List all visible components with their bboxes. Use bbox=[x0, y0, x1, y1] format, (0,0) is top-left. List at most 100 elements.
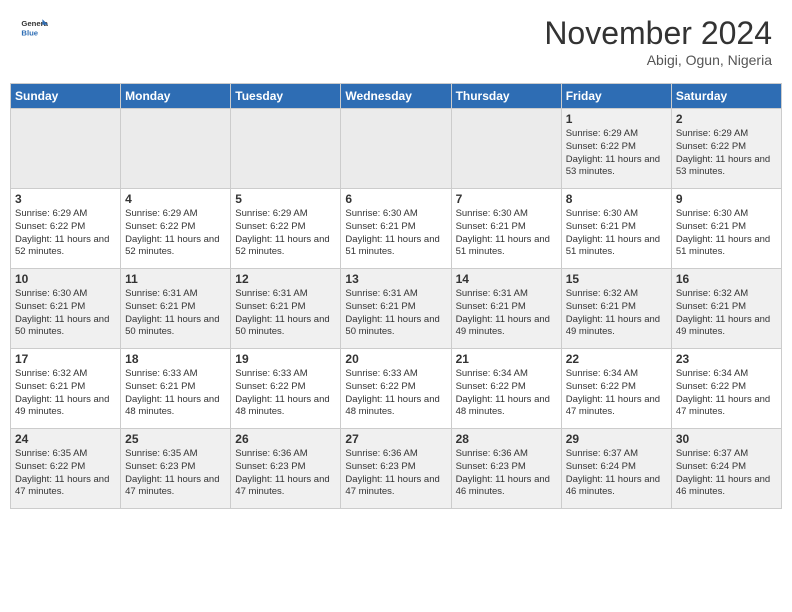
weekday-header: Saturday bbox=[671, 84, 781, 109]
calendar-cell: 20 Sunrise: 6:33 AMSunset: 6:22 PMDaylig… bbox=[341, 349, 451, 429]
day-info: Sunrise: 6:31 AMSunset: 6:21 PMDaylight:… bbox=[345, 288, 446, 339]
day-number: 27 bbox=[345, 432, 446, 446]
weekday-header: Tuesday bbox=[231, 84, 341, 109]
month-title: November 2024 bbox=[544, 15, 772, 52]
day-info: Sunrise: 6:37 AMSunset: 6:24 PMDaylight:… bbox=[566, 448, 667, 499]
day-info: Sunrise: 6:36 AMSunset: 6:23 PMDaylight:… bbox=[235, 448, 336, 499]
title-area: November 2024 Abigi, Ogun, Nigeria bbox=[544, 15, 772, 68]
day-number: 9 bbox=[676, 192, 777, 206]
day-info: Sunrise: 6:30 AMSunset: 6:21 PMDaylight:… bbox=[676, 208, 777, 259]
calendar-cell: 28 Sunrise: 6:36 AMSunset: 6:23 PMDaylig… bbox=[451, 429, 561, 509]
calendar-cell: 11 Sunrise: 6:31 AMSunset: 6:21 PMDaylig… bbox=[121, 269, 231, 349]
day-number: 4 bbox=[125, 192, 226, 206]
calendar-cell: 12 Sunrise: 6:31 AMSunset: 6:21 PMDaylig… bbox=[231, 269, 341, 349]
calendar-cell: 6 Sunrise: 6:30 AMSunset: 6:21 PMDayligh… bbox=[341, 189, 451, 269]
calendar-cell bbox=[451, 109, 561, 189]
calendar-cell: 2 Sunrise: 6:29 AMSunset: 6:22 PMDayligh… bbox=[671, 109, 781, 189]
calendar-week-row: 17 Sunrise: 6:32 AMSunset: 6:21 PMDaylig… bbox=[11, 349, 782, 429]
day-info: Sunrise: 6:30 AMSunset: 6:21 PMDaylight:… bbox=[456, 208, 557, 259]
calendar-cell: 26 Sunrise: 6:36 AMSunset: 6:23 PMDaylig… bbox=[231, 429, 341, 509]
day-info: Sunrise: 6:37 AMSunset: 6:24 PMDaylight:… bbox=[676, 448, 777, 499]
day-number: 17 bbox=[15, 352, 116, 366]
day-info: Sunrise: 6:30 AMSunset: 6:21 PMDaylight:… bbox=[566, 208, 667, 259]
day-number: 16 bbox=[676, 272, 777, 286]
weekday-header: Thursday bbox=[451, 84, 561, 109]
logo-icon: General Blue bbox=[20, 15, 48, 43]
calendar-cell: 8 Sunrise: 6:30 AMSunset: 6:21 PMDayligh… bbox=[561, 189, 671, 269]
day-info: Sunrise: 6:36 AMSunset: 6:23 PMDaylight:… bbox=[345, 448, 446, 499]
day-info: Sunrise: 6:35 AMSunset: 6:23 PMDaylight:… bbox=[125, 448, 226, 499]
location: Abigi, Ogun, Nigeria bbox=[544, 52, 772, 68]
day-number: 2 bbox=[676, 112, 777, 126]
day-number: 18 bbox=[125, 352, 226, 366]
day-number: 10 bbox=[15, 272, 116, 286]
day-info: Sunrise: 6:34 AMSunset: 6:22 PMDaylight:… bbox=[456, 368, 557, 419]
day-number: 23 bbox=[676, 352, 777, 366]
day-number: 21 bbox=[456, 352, 557, 366]
calendar-cell bbox=[231, 109, 341, 189]
svg-text:Blue: Blue bbox=[21, 28, 38, 37]
day-number: 1 bbox=[566, 112, 667, 126]
calendar-cell: 3 Sunrise: 6:29 AMSunset: 6:22 PMDayligh… bbox=[11, 189, 121, 269]
day-number: 29 bbox=[566, 432, 667, 446]
calendar-week-row: 24 Sunrise: 6:35 AMSunset: 6:22 PMDaylig… bbox=[11, 429, 782, 509]
day-info: Sunrise: 6:29 AMSunset: 6:22 PMDaylight:… bbox=[235, 208, 336, 259]
day-info: Sunrise: 6:33 AMSunset: 6:22 PMDaylight:… bbox=[345, 368, 446, 419]
weekday-header: Wednesday bbox=[341, 84, 451, 109]
day-number: 5 bbox=[235, 192, 336, 206]
day-number: 8 bbox=[566, 192, 667, 206]
calendar-cell bbox=[341, 109, 451, 189]
calendar-cell bbox=[11, 109, 121, 189]
day-number: 30 bbox=[676, 432, 777, 446]
calendar-cell: 23 Sunrise: 6:34 AMSunset: 6:22 PMDaylig… bbox=[671, 349, 781, 429]
day-info: Sunrise: 6:29 AMSunset: 6:22 PMDaylight:… bbox=[125, 208, 226, 259]
day-info: Sunrise: 6:32 AMSunset: 6:21 PMDaylight:… bbox=[676, 288, 777, 339]
calendar-cell: 9 Sunrise: 6:30 AMSunset: 6:21 PMDayligh… bbox=[671, 189, 781, 269]
calendar-week-row: 1 Sunrise: 6:29 AMSunset: 6:22 PMDayligh… bbox=[11, 109, 782, 189]
day-number: 19 bbox=[235, 352, 336, 366]
calendar-cell: 30 Sunrise: 6:37 AMSunset: 6:24 PMDaylig… bbox=[671, 429, 781, 509]
day-info: Sunrise: 6:29 AMSunset: 6:22 PMDaylight:… bbox=[566, 128, 667, 179]
day-info: Sunrise: 6:29 AMSunset: 6:22 PMDaylight:… bbox=[676, 128, 777, 179]
calendar-cell bbox=[121, 109, 231, 189]
day-number: 25 bbox=[125, 432, 226, 446]
calendar-cell: 16 Sunrise: 6:32 AMSunset: 6:21 PMDaylig… bbox=[671, 269, 781, 349]
day-number: 11 bbox=[125, 272, 226, 286]
day-info: Sunrise: 6:31 AMSunset: 6:21 PMDaylight:… bbox=[125, 288, 226, 339]
day-number: 28 bbox=[456, 432, 557, 446]
day-info: Sunrise: 6:32 AMSunset: 6:21 PMDaylight:… bbox=[566, 288, 667, 339]
calendar-week-row: 3 Sunrise: 6:29 AMSunset: 6:22 PMDayligh… bbox=[11, 189, 782, 269]
day-info: Sunrise: 6:36 AMSunset: 6:23 PMDaylight:… bbox=[456, 448, 557, 499]
day-info: Sunrise: 6:30 AMSunset: 6:21 PMDaylight:… bbox=[15, 288, 116, 339]
day-number: 24 bbox=[15, 432, 116, 446]
day-info: Sunrise: 6:33 AMSunset: 6:21 PMDaylight:… bbox=[125, 368, 226, 419]
calendar-week-row: 10 Sunrise: 6:30 AMSunset: 6:21 PMDaylig… bbox=[11, 269, 782, 349]
page-header: General Blue November 2024 Abigi, Ogun, … bbox=[10, 10, 782, 73]
calendar-cell: 25 Sunrise: 6:35 AMSunset: 6:23 PMDaylig… bbox=[121, 429, 231, 509]
calendar-cell: 1 Sunrise: 6:29 AMSunset: 6:22 PMDayligh… bbox=[561, 109, 671, 189]
day-info: Sunrise: 6:30 AMSunset: 6:21 PMDaylight:… bbox=[345, 208, 446, 259]
day-number: 13 bbox=[345, 272, 446, 286]
day-info: Sunrise: 6:34 AMSunset: 6:22 PMDaylight:… bbox=[566, 368, 667, 419]
weekday-header: Sunday bbox=[11, 84, 121, 109]
calendar-cell: 24 Sunrise: 6:35 AMSunset: 6:22 PMDaylig… bbox=[11, 429, 121, 509]
calendar-cell: 14 Sunrise: 6:31 AMSunset: 6:21 PMDaylig… bbox=[451, 269, 561, 349]
day-info: Sunrise: 6:32 AMSunset: 6:21 PMDaylight:… bbox=[15, 368, 116, 419]
day-number: 15 bbox=[566, 272, 667, 286]
day-number: 22 bbox=[566, 352, 667, 366]
calendar-cell: 15 Sunrise: 6:32 AMSunset: 6:21 PMDaylig… bbox=[561, 269, 671, 349]
day-number: 6 bbox=[345, 192, 446, 206]
day-number: 3 bbox=[15, 192, 116, 206]
day-number: 7 bbox=[456, 192, 557, 206]
calendar-table: SundayMondayTuesdayWednesdayThursdayFrid… bbox=[10, 83, 782, 509]
calendar-cell: 21 Sunrise: 6:34 AMSunset: 6:22 PMDaylig… bbox=[451, 349, 561, 429]
calendar-cell: 13 Sunrise: 6:31 AMSunset: 6:21 PMDaylig… bbox=[341, 269, 451, 349]
calendar-cell: 19 Sunrise: 6:33 AMSunset: 6:22 PMDaylig… bbox=[231, 349, 341, 429]
calendar-cell: 18 Sunrise: 6:33 AMSunset: 6:21 PMDaylig… bbox=[121, 349, 231, 429]
weekday-header-row: SundayMondayTuesdayWednesdayThursdayFrid… bbox=[11, 84, 782, 109]
calendar-cell: 27 Sunrise: 6:36 AMSunset: 6:23 PMDaylig… bbox=[341, 429, 451, 509]
calendar-cell: 7 Sunrise: 6:30 AMSunset: 6:21 PMDayligh… bbox=[451, 189, 561, 269]
calendar-cell: 4 Sunrise: 6:29 AMSunset: 6:22 PMDayligh… bbox=[121, 189, 231, 269]
day-info: Sunrise: 6:35 AMSunset: 6:22 PMDaylight:… bbox=[15, 448, 116, 499]
calendar-cell: 5 Sunrise: 6:29 AMSunset: 6:22 PMDayligh… bbox=[231, 189, 341, 269]
